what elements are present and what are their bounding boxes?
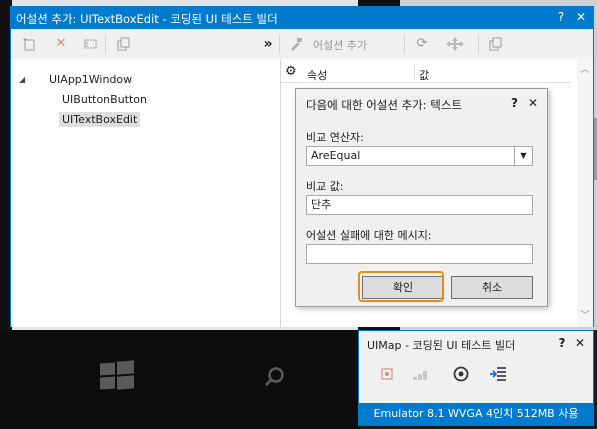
uimap-close-icon[interactable]: ✕ xyxy=(573,336,587,350)
record-icon[interactable] xyxy=(378,365,396,383)
crosshair-target-icon[interactable] xyxy=(452,365,470,383)
copy-reference-icon[interactable] xyxy=(488,37,502,51)
tree-item-uiapp1window[interactable]: UIApp1Window xyxy=(49,73,132,86)
tree-expand-icon[interactable]: ◢ xyxy=(19,75,25,84)
emulator-bezel-bottom xyxy=(0,330,360,429)
new-icon[interactable] xyxy=(23,37,37,51)
chevron-down-icon[interactable]: ▼ xyxy=(514,147,532,165)
compare-value-field[interactable]: 단추 xyxy=(306,195,533,215)
failure-message-label: 어설션 실패에 대한 메시지: xyxy=(306,229,432,242)
compare-value-label: 비교 값: xyxy=(306,180,344,193)
comparator-value: AreEqual xyxy=(311,149,361,162)
move-crosshair-icon[interactable] xyxy=(441,37,469,51)
column-value: 값 xyxy=(419,69,430,82)
ok-button-focus-ring xyxy=(358,271,444,302)
add-assertion-icon xyxy=(289,37,303,51)
column-property: 속성 xyxy=(307,69,328,82)
copy-icon[interactable] xyxy=(116,37,130,51)
comparator-label: 비교 연산자: xyxy=(306,131,364,144)
steps-icon[interactable] xyxy=(411,365,429,383)
uimap-status-bar: Emulator 8.1 WVGA 4인치 512MB 사용 xyxy=(359,403,593,425)
tree-item-uibuttonbutton[interactable]: UIButtonButton xyxy=(62,93,147,106)
grid-scrollbar[interactable]: ︿ ﹀ xyxy=(577,59,593,327)
generate-code-icon[interactable] xyxy=(489,365,507,383)
tree-item-uitextboxedit[interactable]: UITextBoxEdit xyxy=(59,112,141,127)
failure-message-field[interactable] xyxy=(306,244,533,264)
expand-pane-icon[interactable]: » xyxy=(261,37,275,51)
cancel-button[interactable]: 취소 xyxy=(451,276,533,299)
dialog-help-icon[interactable]: ? xyxy=(511,96,518,110)
uimap-window: UIMap - 코딩된 UI 테스트 빌더 ? ✕ Emulator 8.1 W… xyxy=(358,330,594,426)
compare-value-text: 단추 xyxy=(311,198,332,211)
help-icon[interactable]: ? xyxy=(554,10,568,24)
scroll-up-icon[interactable]: ︿ xyxy=(580,65,590,75)
grid-header: ⚙ 속성 값 xyxy=(281,64,571,83)
close-icon[interactable]: ✕ xyxy=(574,10,588,24)
add-assertion-button[interactable]: 어설션 추가 xyxy=(313,37,367,53)
rename-icon[interactable] xyxy=(83,37,97,51)
search-icon[interactable] xyxy=(264,366,286,388)
uimap-help-icon[interactable]: ? xyxy=(555,336,569,350)
window-title: 어설션 추가: UITextBoxEdit - 코딩된 UI 테스트 빌더 xyxy=(16,12,278,26)
dialog-close-icon[interactable]: ✕ xyxy=(528,96,538,110)
scroll-down-icon[interactable]: ﹀ xyxy=(580,311,590,321)
refresh-icon[interactable]: ⟳ xyxy=(415,37,429,51)
settings-gear-icon[interactable]: ⚙ xyxy=(285,64,297,79)
toolbar: ✕ » 어설션 추가 ⟳ xyxy=(11,29,593,59)
windows-start-icon[interactable] xyxy=(100,360,134,391)
delete-icon[interactable]: ✕ xyxy=(54,37,68,51)
dialog-title: 다음에 대한 어설션 추가: 텍스트 xyxy=(306,98,463,112)
ui-control-map-tree: ◢ UIApp1Window UIButtonButton UITextBoxE… xyxy=(11,59,281,327)
comparator-dropdown[interactable]: AreEqual ▼ xyxy=(306,146,533,166)
title-bar: 어설션 추가: UITextBoxEdit - 코딩된 UI 테스트 빌더 ? … xyxy=(11,7,593,29)
uimap-title: UIMap - 코딩된 UI 테스트 빌더 xyxy=(367,339,516,352)
